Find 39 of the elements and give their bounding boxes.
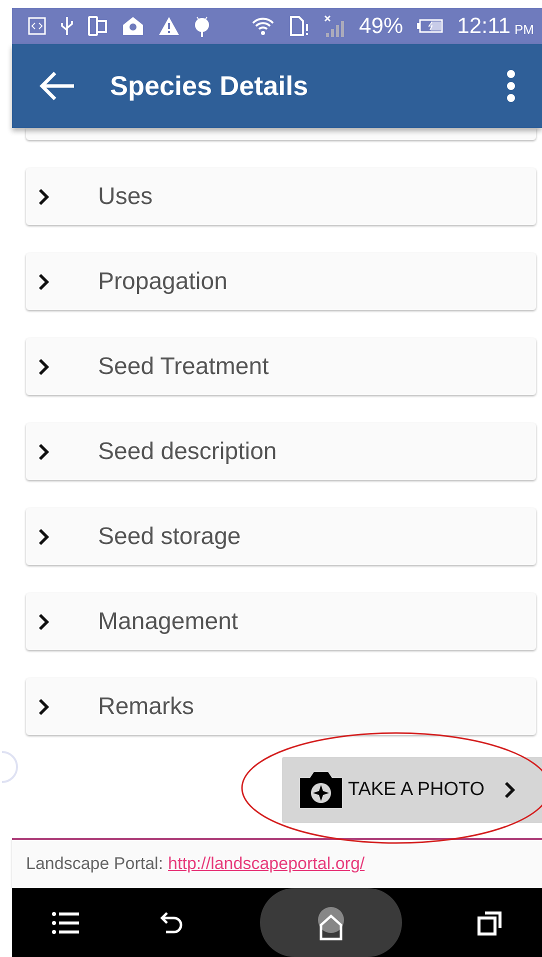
undo-arrow-icon [158,910,184,934]
take-photo-button[interactable]: TAKE A PHOTO [282,757,542,823]
clock-time: 12:11 [457,13,510,39]
code-icon [28,17,46,35]
chevron-icon [38,442,50,460]
section-header[interactable]: Seed storage [26,508,536,565]
chevron-icon [38,612,50,630]
chevron-icon [38,358,50,376]
android-icon [194,15,210,37]
usb-icon [60,16,74,36]
chevron-icon [502,780,517,800]
section-header[interactable]: Management [26,593,536,650]
sim-card-icon [289,16,310,36]
recent-apps-icon [476,910,502,936]
wifi-icon [251,15,276,37]
clock-period: PM [514,22,534,36]
footer-label: Landscape Portal: [26,854,164,874]
circle-outline [0,750,20,784]
signal-icon [323,15,346,37]
location-icon [122,16,144,36]
camera-icon [298,770,344,810]
screen-title: Species Details [110,70,310,102]
warning-icon [158,16,180,36]
chevron-icon [38,188,50,206]
battery-charging-icon [417,19,444,33]
chevron-icon [38,528,50,546]
battery-percent: 49% [359,13,404,39]
section-header[interactable]: Propagation [26,253,536,310]
section-header[interactable]: Remarks [26,678,536,735]
section-header[interactable]: Uses [26,168,536,225]
chevron-icon [38,272,50,290]
section-header[interactable]: Seed description [26,423,536,480]
portal-link[interactable]: http://landscapeportal.org/ [168,854,365,874]
more-vertical-icon [506,69,516,103]
menu-icon [52,910,80,934]
chevron-icon [38,698,50,716]
back-arrow-icon [38,70,76,102]
devices-icon [88,16,108,36]
section-header[interactable]: Seed Treatment [26,338,536,395]
